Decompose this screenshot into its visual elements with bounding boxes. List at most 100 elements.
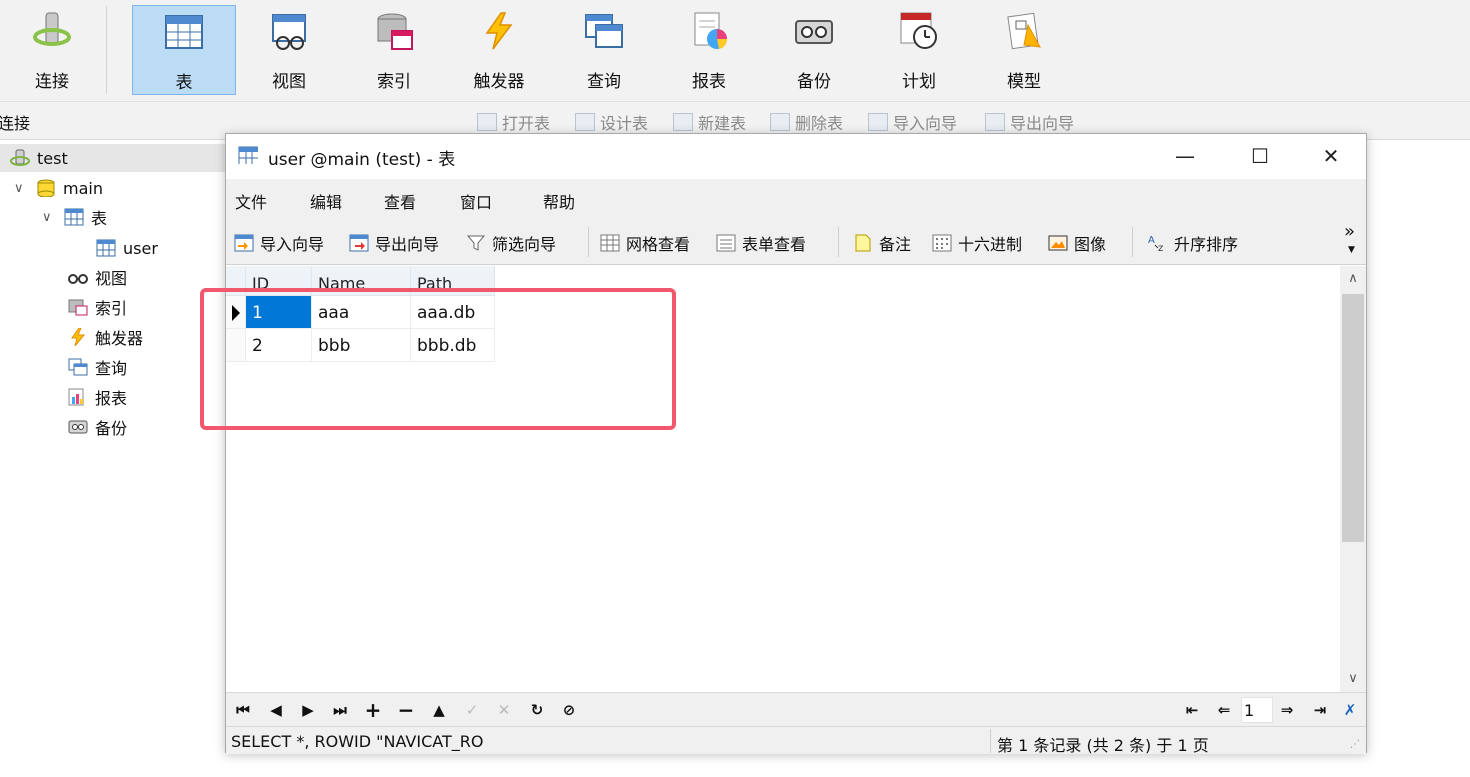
connect-button[interactable]: 连接 — [0, 5, 104, 95]
settings-tools-icon[interactable]: ✗ — [1339, 699, 1361, 721]
import-icon — [868, 113, 888, 131]
backup-icon — [68, 420, 88, 434]
trigger-icon — [71, 328, 86, 346]
query-icon — [584, 11, 624, 51]
menu-view[interactable]: 查看 — [384, 189, 416, 213]
index-button[interactable]: 索引 — [342, 5, 446, 95]
add-record-icon[interactable]: + — [362, 699, 384, 721]
model-button[interactable]: 模型 — [972, 5, 1076, 95]
database-icon — [37, 179, 55, 197]
report-button[interactable]: 报表 — [657, 5, 761, 95]
maximize-button[interactable]: ☐ — [1225, 134, 1295, 179]
backup-icon — [794, 11, 834, 51]
tree-item-triggers[interactable]: 触发器 — [68, 323, 143, 351]
chevron-down-icon[interactable]: ∨ — [14, 181, 28, 196]
import-icon — [234, 234, 254, 252]
sort-ascending-icon: Az — [1148, 235, 1163, 252]
table-button[interactable]: 表 — [132, 5, 236, 95]
toolbar-separator — [106, 6, 107, 94]
grid-view-button[interactable]: 网格查看 — [600, 231, 690, 255]
form-view-button[interactable]: 表单查看 — [716, 231, 806, 255]
last-page-icon[interactable]: ⇥ — [1309, 699, 1331, 721]
previous-record-icon[interactable]: ◀ — [265, 699, 287, 721]
menu-edit[interactable]: 编辑 — [310, 189, 342, 213]
image-button[interactable]: 图像 — [1048, 231, 1106, 255]
status-bar: SELECT *, ROWID "NAVICAT_RO 第 1 条记录 (共 2… — [226, 726, 1366, 755]
design-table-icon — [575, 113, 595, 131]
query-button[interactable]: 查询 — [552, 5, 656, 95]
window-titlebar[interactable]: user @main (test) - 表 — ☐ ✕ — [226, 134, 1366, 179]
record-count: 第 1 条记录 (共 2 条) 于 1 页 — [997, 736, 1209, 755]
sql-preview: SELECT *, ROWID "NAVICAT_RO — [231, 732, 484, 751]
tree-item-reports[interactable]: 报表 — [68, 383, 127, 411]
table-icon — [64, 208, 84, 226]
first-page-icon[interactable]: ⇤ — [1181, 699, 1203, 721]
memo-icon — [855, 234, 871, 252]
grid-icon — [600, 234, 620, 252]
delete-record-icon[interactable]: − — [395, 699, 417, 721]
tree-item-table-user[interactable]: user — [96, 234, 158, 262]
tree-item-indexes[interactable]: 索引 — [68, 293, 127, 321]
export-wizard-button[interactable]: 导出向导 — [985, 110, 1074, 134]
next-record-icon[interactable]: ▶ — [297, 699, 319, 721]
edit-record-icon[interactable]: ▲ — [428, 699, 450, 721]
import-wizard-button[interactable]: 导入向导 — [234, 231, 324, 255]
export-wizard-button[interactable]: 导出向导 — [349, 231, 439, 255]
open-table-button[interactable]: 打开表 — [477, 110, 550, 134]
scroll-up-icon[interactable]: ∧ — [1340, 266, 1366, 292]
index-icon — [68, 299, 88, 316]
tree-item-tables[interactable]: ∨ 表 — [42, 203, 107, 231]
menu-window[interactable]: 窗口 — [460, 189, 492, 213]
tree-item-database[interactable]: ∨ main — [14, 174, 103, 202]
apply-changes-icon[interactable]: ✓ — [461, 699, 483, 721]
stop-icon[interactable]: ⊘ — [558, 699, 580, 721]
tree-item-backups[interactable]: 备份 — [68, 413, 127, 441]
highlight-annotation — [200, 288, 676, 430]
refresh-icon[interactable]: ↻ — [526, 699, 548, 721]
chevron-down-icon[interactable]: ∨ — [42, 210, 56, 225]
first-record-icon[interactable]: ⏮ — [232, 699, 254, 721]
import-wizard-button[interactable]: 导入向导 — [868, 110, 957, 134]
filter-wizard-button[interactable]: 筛选向导 — [466, 231, 556, 255]
toolbar-overflow-button[interactable]: » — [1344, 221, 1355, 242]
report-icon — [68, 388, 84, 406]
connect-icon — [32, 11, 72, 51]
window-title: user @main (test) - 表 — [268, 150, 456, 170]
memo-button[interactable]: 备注 — [853, 231, 911, 255]
navigation-tree: test ∨ main ∨ 表 user 视图 索引 触发器 查询 报表 备份 — [0, 141, 226, 777]
design-table-button[interactable]: 设计表 — [575, 110, 648, 134]
filter-icon — [466, 235, 486, 251]
hex-icon — [932, 234, 952, 252]
connection-pane-label: 连接 — [0, 114, 31, 133]
delete-table-button[interactable]: 删除表 — [770, 110, 843, 134]
query-icon — [68, 358, 88, 376]
last-record-icon[interactable]: ⏭ — [329, 699, 351, 721]
trigger-button[interactable]: 触发器 — [447, 5, 551, 95]
page-number-input[interactable]: 1 — [1241, 697, 1273, 723]
tree-item-views[interactable]: 视图 — [68, 263, 127, 291]
table-toolbar: 导入向导 导出向导 筛选向导 网格查看 表单查看 备注 十六进制 图像 A z … — [226, 219, 1366, 265]
chevron-down-icon[interactable]: ▼ — [1348, 245, 1355, 255]
vertical-scrollbar[interactable]: ∧ ∨ — [1340, 266, 1366, 692]
resize-grip-icon[interactable]: ⋰ — [1350, 739, 1362, 751]
close-button[interactable]: ✕ — [1296, 134, 1366, 179]
view-icon — [269, 11, 309, 51]
scroll-thumb[interactable] — [1342, 294, 1364, 542]
discard-changes-icon[interactable]: ✕ — [493, 699, 515, 721]
schedule-button[interactable]: 计划 — [867, 5, 971, 95]
main-toolbar: 连接 表 视图 索引 触发器 查询 报表 备份 计划 模型 — [0, 0, 1470, 102]
image-icon — [1048, 235, 1068, 251]
backup-button[interactable]: 备份 — [762, 5, 866, 95]
tree-item-queries[interactable]: 查询 — [68, 353, 127, 381]
hex-button[interactable]: 十六进制 — [932, 231, 1022, 255]
scroll-down-icon[interactable]: ∨ — [1340, 666, 1366, 692]
sort-ascending-button[interactable]: Az 升序排序 — [1148, 231, 1238, 255]
menu-help[interactable]: 帮助 — [543, 189, 575, 213]
tree-item-connection[interactable]: test — [0, 144, 226, 172]
previous-page-icon[interactable]: ⇐ — [1213, 699, 1235, 721]
next-page-icon[interactable]: ⇒ — [1276, 699, 1298, 721]
new-table-button[interactable]: 新建表 — [673, 110, 746, 134]
menu-file[interactable]: 文件 — [235, 189, 267, 213]
minimize-button[interactable]: — — [1150, 134, 1220, 179]
view-button[interactable]: 视图 — [237, 5, 341, 95]
